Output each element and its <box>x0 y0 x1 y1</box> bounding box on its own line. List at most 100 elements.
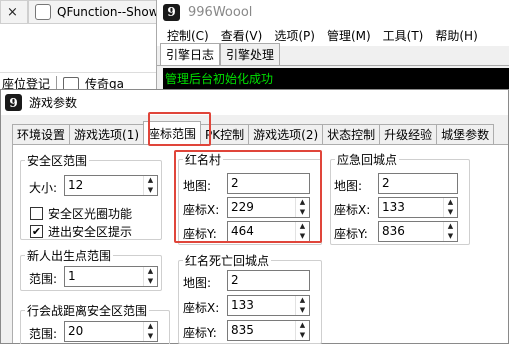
close-icon[interactable]: × <box>7 5 18 20</box>
tab-strip: 环境设置 游戏选项(1) 座标范围 PK控制 游戏选项(2) 状态控制 升级经验… <box>12 121 508 144</box>
down-arrow-icon[interactable]: ▼ <box>296 232 309 242</box>
input-value[interactable]: 2 <box>228 271 309 290</box>
y-label: 座标Y: <box>334 227 368 241</box>
return-x-spinner[interactable]: 133 ▲ ▼ <box>378 197 458 218</box>
spinner-arrows[interactable]: ▲ ▼ <box>295 198 309 217</box>
spinner-arrows[interactable]: ▲ ▼ <box>295 321 309 340</box>
spinner-value[interactable]: 835 <box>228 321 295 340</box>
game-params-dialog: 9 游戏参数 环境设置 游戏选项(1) 座标范围 PK控制 游戏选项(2) 状态… <box>0 89 509 344</box>
guild-war-range-spinner[interactable]: 20 ▲ ▼ <box>64 321 158 342</box>
map-label: 地图: <box>334 179 363 193</box>
menu-control[interactable]: 控制(C) <box>161 27 215 44</box>
tab-game-options-2[interactable]: 游戏选项(2) <box>248 124 324 144</box>
tab-label: QFunction--Showl <box>57 5 160 19</box>
menu-manage[interactable]: 管理(M) <box>321 27 377 44</box>
tab-status-control[interactable]: 状态控制 <box>322 124 381 144</box>
spinner-value[interactable]: 133 <box>228 296 295 315</box>
input-value[interactable]: 2 <box>379 174 457 193</box>
spinner-arrows[interactable]: ▲ ▼ <box>295 222 309 241</box>
tab-level-exp[interactable]: 升级经验 <box>379 124 438 144</box>
spinner-value[interactable]: 836 <box>379 222 443 241</box>
down-arrow-icon[interactable]: ▼ <box>144 277 157 287</box>
group-title: 红名村 <box>185 153 222 167</box>
input-value[interactable]: 2 <box>228 174 309 193</box>
y-label: 座标Y: <box>183 326 217 340</box>
down-arrow-icon[interactable]: ▼ <box>296 208 309 218</box>
y-label: 座标Y: <box>183 227 217 241</box>
red-death-y-spinner[interactable]: 835 ▲ ▼ <box>227 320 310 341</box>
group-title: 新人出生点范围 <box>27 249 112 263</box>
background-window: × QFunction--Showl 座位登记 传奇ga <box>0 0 160 94</box>
group-title: 应急回城点 <box>337 153 398 167</box>
app-logo-icon: 9 <box>163 3 180 21</box>
tab-coordinate-range[interactable]: 座标范围 <box>143 121 202 144</box>
red-death-map-input[interactable]: 2 <box>227 270 310 291</box>
range-label: 范围: <box>29 272 58 286</box>
group-title: 安全区范围 <box>27 154 88 168</box>
spinner-value[interactable]: 20 <box>65 322 143 341</box>
spinner-value[interactable]: 12 <box>65 176 143 195</box>
up-arrow-icon[interactable]: ▲ <box>444 198 457 208</box>
checkbox-box[interactable]: ✔ <box>30 225 43 238</box>
return-map-input[interactable]: 2 <box>378 173 458 194</box>
down-arrow-icon[interactable]: ▼ <box>296 306 309 316</box>
red-village-x-spinner[interactable]: 229 ▲ ▼ <box>227 197 310 218</box>
up-arrow-icon[interactable]: ▲ <box>144 267 157 277</box>
tab-game-options-1[interactable]: 游戏选项(1) <box>69 124 145 144</box>
down-arrow-icon[interactable]: ▼ <box>444 208 457 218</box>
coordinate-range-panel: 安全区范围 大小: 12 ▲ ▼ 安全区光圈功能 ✔ 进出安全区提示 新人出生点范… <box>12 144 508 344</box>
red-village-map-input[interactable]: 2 <box>227 173 310 194</box>
red-death-x-spinner[interactable]: 133 ▲ ▼ <box>227 295 310 316</box>
down-arrow-icon[interactable]: ▼ <box>296 331 309 341</box>
red-village-y-spinner[interactable]: 464 ▲ ▼ <box>227 221 310 242</box>
spinner-arrows[interactable]: ▲ ▼ <box>143 322 157 341</box>
x-label: 座标X: <box>334 203 371 217</box>
spinner-value[interactable]: 229 <box>228 198 295 217</box>
spinner-arrows[interactable]: ▲ ▼ <box>143 176 157 195</box>
spinner-value[interactable]: 464 <box>228 222 295 241</box>
browser-tab[interactable]: × <box>0 0 28 24</box>
tab-castle-params[interactable]: 城堡参数 <box>436 124 495 144</box>
tab-environment[interactable]: 环境设置 <box>12 124 71 144</box>
newbie-range-spinner[interactable]: 1 ▲ ▼ <box>64 266 158 287</box>
spinner-arrows[interactable]: ▲ ▼ <box>443 198 457 217</box>
safe-zone-ring-checkbox[interactable]: 安全区光圈功能 <box>30 205 132 222</box>
up-arrow-icon[interactable]: ▲ <box>144 176 157 186</box>
return-y-spinner[interactable]: 836 ▲ ▼ <box>378 221 458 242</box>
map-label: 地图: <box>183 276 212 290</box>
engine-window: 9 996Woool 控制(C) 查看(V) 选项(P) 管理(M) 工具(T)… <box>156 0 509 94</box>
tab-engine-process[interactable]: 引擎处理 <box>220 43 281 65</box>
safe-zone-prompt-checkbox[interactable]: ✔ 进出安全区提示 <box>30 223 132 240</box>
down-arrow-icon[interactable]: ▼ <box>444 232 457 242</box>
spinner-arrows[interactable]: ▲ ▼ <box>295 296 309 315</box>
menu-view[interactable]: 查看(V) <box>215 27 269 44</box>
up-arrow-icon[interactable]: ▲ <box>444 222 457 232</box>
browser-tab-qfunction[interactable]: QFunction--Showl <box>28 0 160 24</box>
page-icon <box>35 4 51 20</box>
up-arrow-icon[interactable]: ▲ <box>296 198 309 208</box>
x-label: 座标X: <box>183 203 220 217</box>
tab-pk-control[interactable]: PK控制 <box>200 124 250 144</box>
up-arrow-icon[interactable]: ▲ <box>144 322 157 332</box>
up-arrow-icon[interactable]: ▲ <box>296 321 309 331</box>
spinner-value[interactable]: 133 <box>379 198 443 217</box>
checkbox-label: 进出安全区提示 <box>48 225 133 239</box>
menu-tools[interactable]: 工具(T) <box>377 27 430 44</box>
up-arrow-icon[interactable]: ▲ <box>296 296 309 306</box>
group-title: 行会战距离安全区范围 <box>27 304 148 318</box>
range-label: 范围: <box>29 327 58 341</box>
checkbox-box[interactable] <box>30 207 43 220</box>
checkbox-label: 安全区光圈功能 <box>48 207 133 221</box>
down-arrow-icon[interactable]: ▼ <box>144 332 157 342</box>
tab-engine-log[interactable]: 引擎日志 <box>160 43 221 65</box>
size-label: 大小: <box>29 181 58 195</box>
up-arrow-icon[interactable]: ▲ <box>296 222 309 232</box>
menu-options[interactable]: 选项(P) <box>268 27 321 44</box>
spinner-arrows[interactable]: ▲ ▼ <box>143 267 157 286</box>
safe-zone-size-spinner[interactable]: 12 ▲ ▼ <box>64 175 158 196</box>
spinner-arrows[interactable]: ▲ ▼ <box>443 222 457 241</box>
spinner-value[interactable]: 1 <box>65 267 143 286</box>
menu-help[interactable]: 帮助(H) <box>429 27 483 44</box>
down-arrow-icon[interactable]: ▼ <box>144 186 157 196</box>
map-label: 地图: <box>183 179 212 193</box>
